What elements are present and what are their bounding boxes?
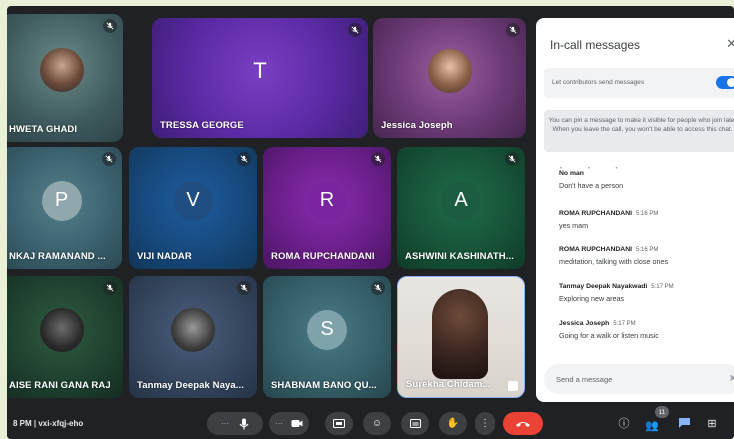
- participant-tile[interactable]: T TRESSA GEORGE: [152, 18, 368, 138]
- mic-muted-icon: [103, 19, 117, 33]
- more-vert-icon: ⋮: [480, 418, 490, 429]
- participant-name: VIJI NADAR: [137, 251, 192, 262]
- participant-name: NKAJ RAMANAND ...: [9, 251, 106, 262]
- participant-photo: [40, 307, 84, 352]
- people-icon: 👥: [645, 419, 659, 432]
- meet-window: HWETA GHADI T TRESSA GEORGE Jessica Jose…: [7, 6, 734, 439]
- message-text: Exploring new areas: [559, 294, 625, 303]
- mic-muted-icon: [348, 23, 362, 37]
- message-text: yes mam: [559, 221, 589, 230]
- participant-tile[interactable]: Tanmay Deepak Naya...: [129, 276, 257, 398]
- pin-info-box: You can pin a message to make it visible…: [544, 110, 734, 152]
- chevron-up-icon: ⋯: [275, 419, 283, 428]
- chat-message: No man Don't have a person: [559, 170, 734, 190]
- participant-count-badge: 11: [655, 406, 669, 418]
- mic-toggle-button[interactable]: ⋯: [207, 412, 263, 435]
- participant-name: ASHWINI KASHINATH...: [405, 251, 514, 262]
- participant-tile-active[interactable]: Surekha Chidam...: [397, 276, 525, 398]
- participant-tile[interactable]: P NKAJ RAMANAND ...: [7, 147, 122, 269]
- participant-name: Surekha Chidam...: [406, 379, 491, 390]
- mic-muted-icon: [237, 281, 251, 295]
- participant-tile[interactable]: HWETA GHADI: [7, 14, 123, 142]
- present-screen-icon: [333, 418, 345, 428]
- participant-tile[interactable]: R ROMA RUPCHANDANI: [263, 147, 391, 269]
- meeting-info: 8 PM | vxi-xfqj-eho: [13, 419, 84, 428]
- participant-photo: [171, 307, 215, 352]
- message-text: Going for a walk or listen music: [559, 331, 659, 340]
- reactions-button[interactable]: ☺: [363, 412, 391, 435]
- apps-grid-icon: ⊞: [707, 417, 717, 430]
- activities-button[interactable]: ⊞: [703, 414, 721, 432]
- leave-call-button[interactable]: [503, 412, 543, 435]
- in-call-messages-panel: In-call messages ✕ Let contributors send…: [536, 18, 734, 402]
- participant-tile[interactable]: S SHABNAM BANO QU...: [263, 276, 391, 398]
- captions-icon: [409, 419, 421, 428]
- raise-hand-button[interactable]: ✋: [439, 412, 467, 435]
- microphone-icon: [239, 418, 249, 429]
- mic-muted-icon: [371, 152, 385, 166]
- more-options-icon[interactable]: [508, 381, 518, 391]
- participant-tile[interactable]: Jessica Joseph: [373, 18, 526, 138]
- chat-message: Jessica Joseph 5:17 PM Going for a walk o…: [559, 320, 734, 340]
- hand-icon: ✋: [446, 418, 460, 429]
- participant-avatar: V: [173, 180, 213, 221]
- participant-avatar: A: [441, 180, 481, 221]
- participant-tile[interactable]: A ASHWINI KASHINATH...: [397, 147, 525, 269]
- mic-muted-icon: [371, 281, 385, 295]
- participant-avatar: R: [307, 180, 347, 221]
- camera-icon: [291, 420, 303, 427]
- message-permission-row: Let contributors send messages: [544, 68, 734, 98]
- panel-title: In-call messages: [550, 38, 641, 52]
- participant-name: Tanmay Deepak Naya...: [137, 380, 245, 391]
- mic-muted-icon: [102, 152, 116, 166]
- participant-initial: T: [253, 57, 267, 83]
- people-button[interactable]: 👥: [643, 416, 661, 434]
- end-call-icon: [516, 421, 530, 427]
- message-text: meditation, talking with close ones: [559, 257, 669, 266]
- participant-name: SHABNAM BANO QU...: [271, 380, 377, 391]
- chat-message: ROMA RUPCHANDANI 5:16 PM meditation, talk…: [559, 246, 734, 266]
- participant-video: [432, 289, 488, 379]
- captions-button[interactable]: [401, 412, 429, 435]
- message-sender: ROMA RUPCHANDANI 5:16 PM: [559, 246, 659, 253]
- camera-toggle-button[interactable]: ⋯: [269, 412, 309, 435]
- more-options-button[interactable]: ⋮: [475, 412, 495, 435]
- send-placeholder: Send a message: [556, 375, 613, 384]
- chat-message: ROMA RUPCHANDANI 5:16 PM yes mam: [559, 210, 734, 230]
- participant-name: TRESSA GEORGE: [160, 120, 244, 131]
- participant-name: AISE RANI GANA RAJ: [9, 380, 111, 391]
- message-sender: No man: [559, 170, 584, 177]
- info-icon: ⓘ: [618, 418, 630, 430]
- chevron-up-icon: ⋯: [221, 419, 229, 428]
- emoji-icon: ☺: [371, 418, 383, 429]
- toggle-label: Let contributors send messages: [552, 79, 645, 86]
- message-text: Don't have a person: [559, 181, 624, 190]
- send-icon[interactable]: ➤: [729, 373, 734, 384]
- chat-message: Tanmay Deepak Nayakwadi 5:17 PM Exploring…: [559, 283, 734, 303]
- send-message-input[interactable]: Send a message ➤: [544, 364, 734, 394]
- message-permission-toggle[interactable]: [716, 76, 734, 89]
- participant-name: Jessica Joseph: [381, 120, 453, 131]
- message-sender: ROMA RUPCHANDANI 5:16 PM: [559, 210, 659, 217]
- mic-muted-icon: [237, 152, 251, 166]
- message-sender: Tanmay Deepak Nayakwadi 5:17 PM: [559, 283, 674, 290]
- participant-photo: [40, 48, 84, 93]
- mic-muted-icon: [103, 281, 117, 295]
- chat-button[interactable]: [675, 414, 693, 432]
- message-sender: Jessica Joseph 5:17 PM: [559, 320, 636, 327]
- meeting-details-button[interactable]: ⓘ: [615, 414, 633, 432]
- mic-muted-icon: [505, 152, 519, 166]
- participant-name: HWETA GHADI: [9, 124, 78, 135]
- participant-tile[interactable]: AISE RANI GANA RAJ: [7, 276, 123, 398]
- close-icon[interactable]: ✕: [726, 36, 734, 52]
- chat-icon: [678, 418, 690, 428]
- participant-avatar: P: [41, 180, 82, 221]
- present-button[interactable]: [325, 412, 353, 435]
- bottom-toolbar: 8 PM | vxi-xfqj-eho ⋯ ⋯ ☺ ✋ ⋮ ⓘ 👥 11 ⊞: [7, 406, 734, 439]
- participant-avatar: S: [307, 309, 347, 350]
- participant-name: ROMA RUPCHANDANI: [271, 251, 375, 262]
- participant-tile[interactable]: V VIJI NADAR: [129, 147, 257, 269]
- mic-muted-icon: [506, 23, 520, 37]
- participant-photo: [427, 48, 472, 93]
